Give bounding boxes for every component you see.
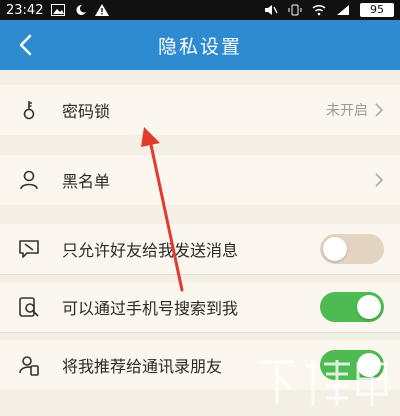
back-button[interactable] [10,30,40,60]
page-title: 隐私设置 [157,35,242,58]
phone-search-icon [19,297,39,317]
status-bar: 23:42 95 [0,0,400,20]
key-icon [23,101,35,120]
person-icon [20,170,38,190]
chevron-right-icon [375,103,384,117]
toggle-knob [357,295,381,319]
friends-only-toggle[interactable] [320,234,384,264]
wifi-icon [312,4,326,16]
divider [0,332,400,333]
image-icon [51,4,66,16]
password-lock-label: 密码锁 [62,102,111,121]
recommend-contacts-label: 将我推荐给通讯录朋友 [62,357,223,376]
nav-bar: 隐私设置 [0,20,400,70]
contact-recommend-icon [19,356,39,376]
friends-only-row: 只允许好友给我发送消息 [0,224,400,274]
divider [0,274,400,275]
blacklist-label: 黑名单 [62,172,111,191]
battery-indicator: 95 [360,3,394,17]
friends-only-label: 只允许好友给我发送消息 [62,241,239,260]
vibrate-icon [288,4,302,16]
password-lock-row[interactable]: 密码锁 未开启 [0,85,400,135]
message-block-icon [19,240,39,258]
status-time: 23:42 [6,2,44,18]
blacklist-row[interactable]: 黑名单 [0,155,400,205]
moon-icon [76,4,87,15]
mute-icon [265,5,278,15]
search-by-phone-toggle[interactable] [320,292,384,322]
search-by-phone-row: 可以通过手机号搜索到我 [0,282,400,332]
toggle-knob [323,237,347,261]
chevron-right-icon [375,173,384,187]
chevron-left-icon [19,34,32,56]
watermark-logo [260,360,388,406]
signal-icon [337,5,349,15]
warning-icon [95,4,110,16]
password-lock-status: 未开启 [326,103,368,119]
search-by-phone-label: 可以通过手机号搜索到我 [62,299,239,318]
